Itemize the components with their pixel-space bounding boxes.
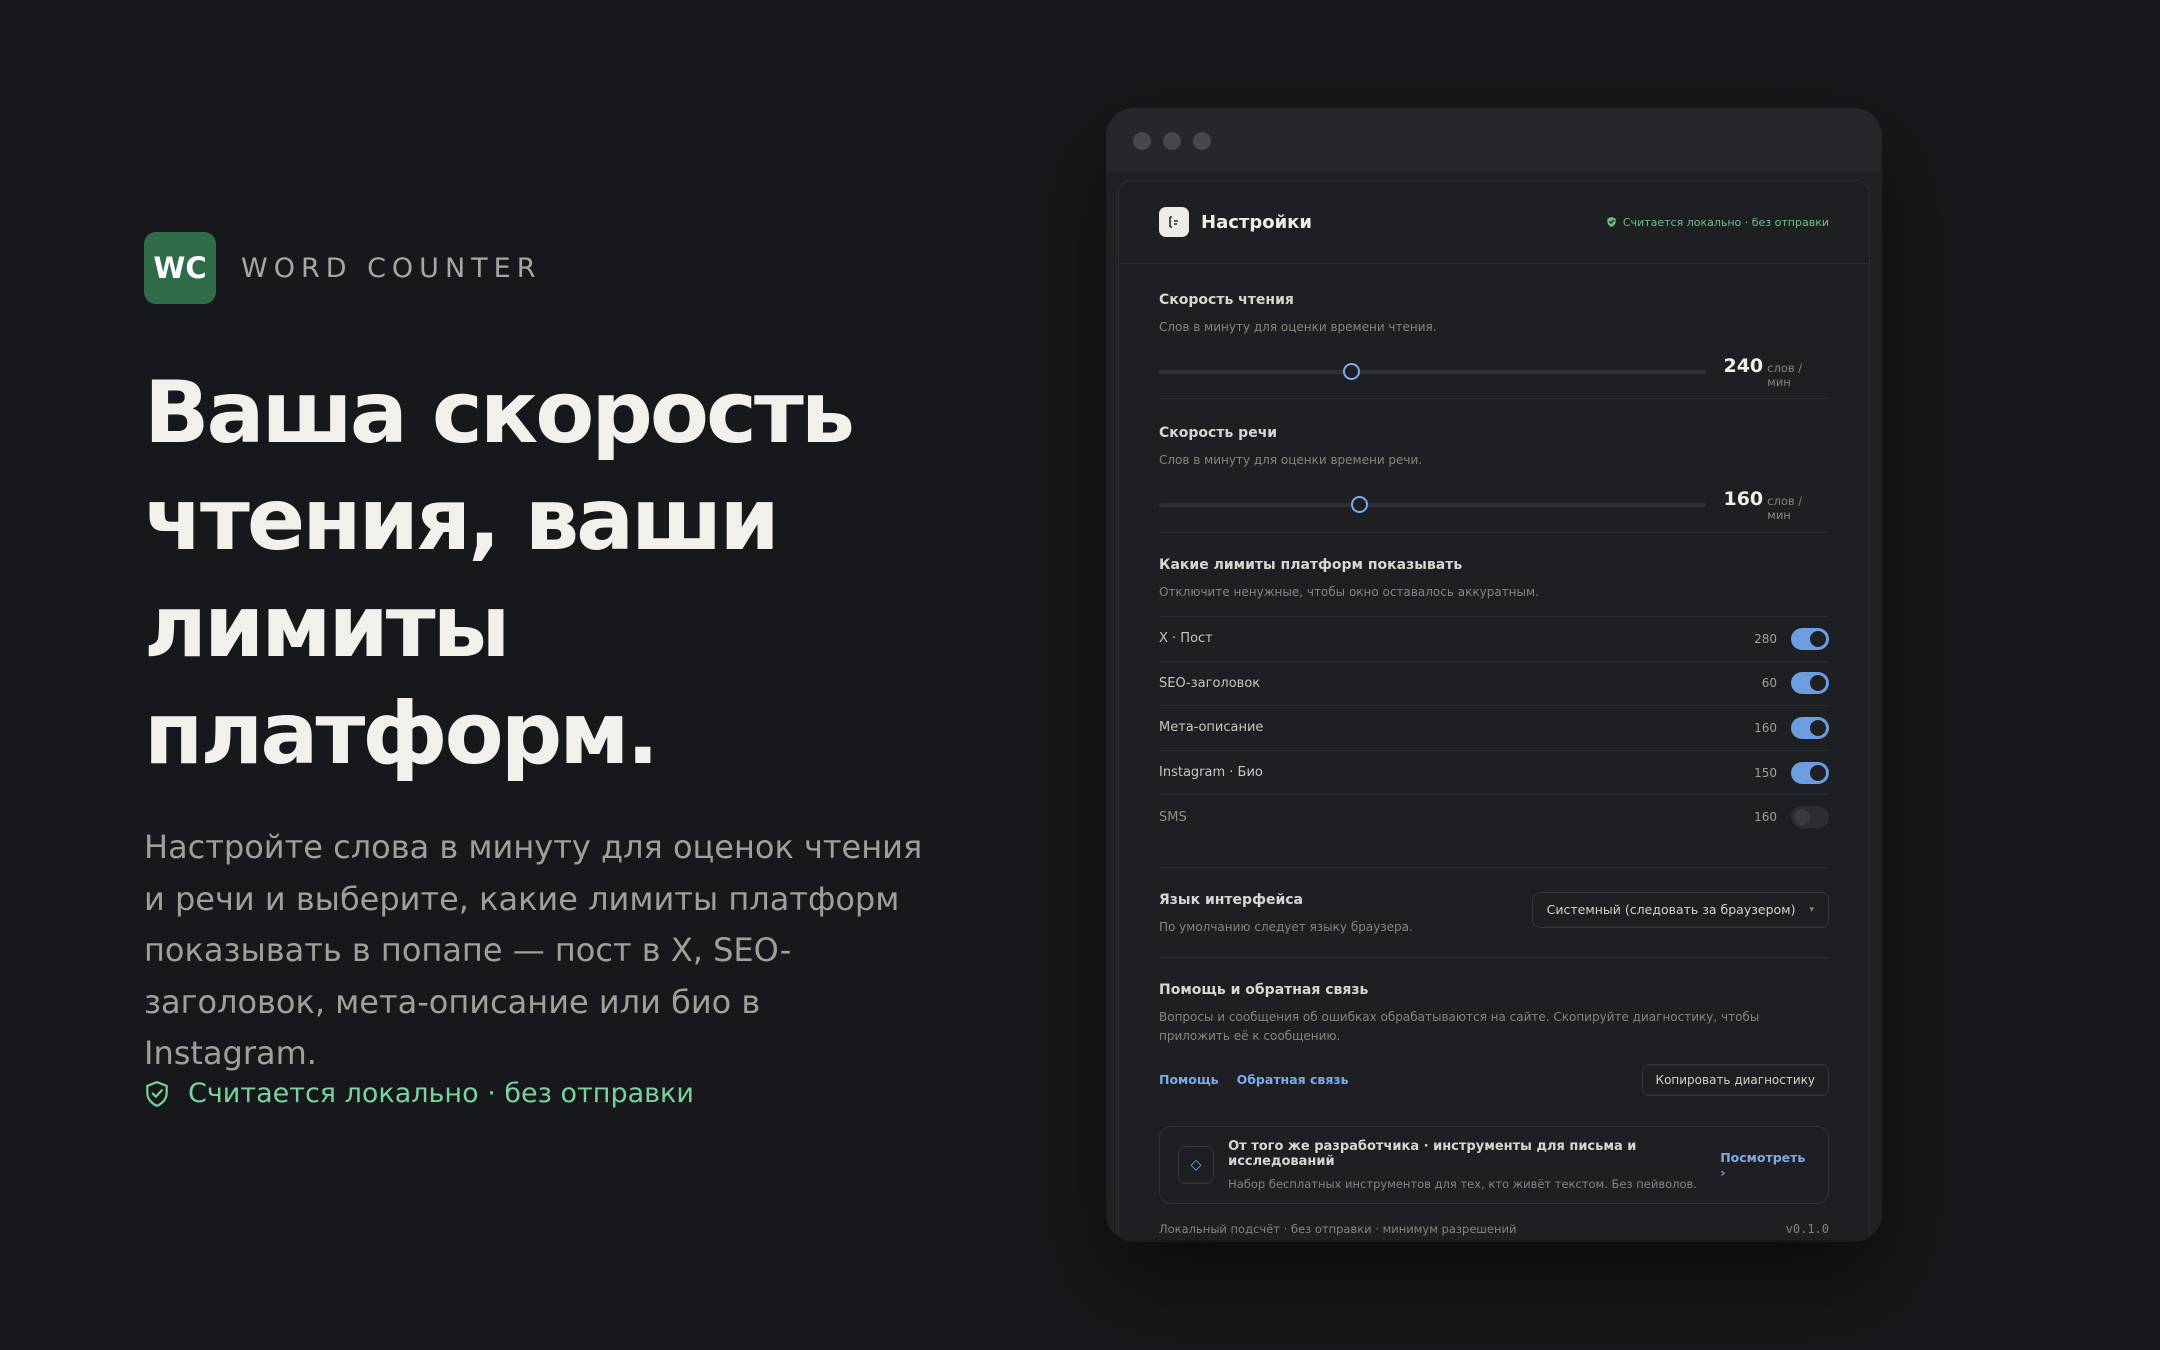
settings-icon — [1159, 207, 1189, 237]
local-badge-text: Считается локально · без отправки — [1622, 215, 1829, 229]
platform-limits-section: Какие лимиты платформ показывать Отключи… — [1159, 533, 1829, 868]
reading-speed-slider-thumb[interactable] — [1342, 363, 1360, 380]
local-badge: Считается локально · без отправки — [1606, 216, 1829, 229]
limit-count: 150 — [1754, 765, 1777, 780]
window-close-dot[interactable] — [1133, 132, 1151, 150]
reading-speed-subtitle: Слов в минуту для оценки времени чтения. — [1159, 320, 1437, 334]
window-maximize-dot[interactable] — [1193, 132, 1211, 150]
language-select[interactable]: Системный (следовать за браузером) ▾ — [1531, 891, 1829, 928]
limit-name: Instagram · Био — [1159, 765, 1263, 781]
promo-card[interactable]: ◇ От того же разработчика · инструменты … — [1159, 1125, 1829, 1204]
platform-limits-list: X · Пост 280 SEO-заголовок 60 Мета-описа… — [1159, 616, 1829, 839]
limit-toggle-meta-description[interactable] — [1791, 716, 1829, 739]
limit-toggle-sms[interactable] — [1791, 806, 1829, 829]
chevron-down-icon: ▾ — [1809, 904, 1814, 915]
version-label: v0.1.0 — [1785, 1221, 1829, 1236]
promo-subtitle: Набор бесплатных инструментов для тех, к… — [1228, 1176, 1697, 1191]
limit-toggle-seo-title[interactable] — [1791, 672, 1829, 695]
speech-speed-slider-thumb[interactable] — [1350, 496, 1368, 513]
limit-toggle-instagram-bio[interactable] — [1791, 761, 1829, 784]
speech-speed-unit: слов / мин — [1767, 494, 1803, 522]
brand-name: WORD COUNTER — [241, 252, 542, 284]
limit-count: 160 — [1754, 810, 1777, 825]
platform-limits-title: Какие лимиты платформ показывать — [1159, 557, 1463, 573]
help-subtitle: Вопросы и сообщения об ошибках обрабатыв… — [1159, 1009, 1760, 1043]
shield-check-icon — [1607, 216, 1616, 228]
copy-diagnostics-button[interactable]: Копировать диагностику — [1641, 1063, 1829, 1096]
browser-window: Настройки Считается локально · без отпра… — [1108, 110, 1880, 1240]
limit-count: 60 — [1761, 676, 1777, 691]
speech-speed-title: Скорость речи — [1159, 425, 1278, 441]
speech-speed-slider[interactable] — [1159, 496, 1707, 513]
shield-check-icon — [146, 1080, 168, 1107]
settings-title: Настройки — [1201, 211, 1313, 233]
promo-view-link[interactable]: Посмотреть › — [1720, 1150, 1810, 1180]
platform-limits-subtitle: Отключите ненужные, чтобы окно оставалос… — [1159, 585, 1539, 599]
panel-footer: Локальный подсчёт · без отправки · миним… — [1159, 1222, 1829, 1236]
window-minimize-dot[interactable] — [1163, 132, 1181, 150]
help-title: Помощь и обратная связь — [1159, 981, 1369, 998]
help-section: Помощь и обратная связь Вопросы и сообще… — [1159, 958, 1829, 1236]
window-titlebar — [1108, 110, 1880, 172]
reading-speed-title: Скорость чтения — [1159, 292, 1294, 308]
promo-title: От того же разработчика · инструменты дл… — [1228, 1138, 1637, 1169]
language-title: Язык интерфейса — [1159, 891, 1304, 908]
reading-speed-slider[interactable] — [1159, 363, 1707, 380]
brand: WC WORD COUNTER — [144, 232, 541, 304]
speech-speed-subtitle: Слов в минуту для оценки времени речи. — [1159, 453, 1423, 467]
limit-row-meta-description: Мета-описание 160 — [1159, 705, 1829, 750]
local-note: Считается локально · без отправки — [144, 1078, 694, 1109]
feedback-link[interactable]: Обратная связь — [1237, 1072, 1349, 1087]
limit-name: SEO-заголовок — [1159, 675, 1261, 691]
reading-speed-unit: слов / мин — [1767, 361, 1803, 389]
reading-speed-value: 240 — [1723, 355, 1764, 377]
language-subtitle: По умолчанию следует языку браузера. — [1159, 919, 1413, 934]
hero-headline: Ваша скорость чтения, ваши лимиты платфо… — [144, 363, 855, 784]
limit-row-sms: SMS 160 — [1159, 794, 1829, 839]
limit-name: SMS — [1159, 809, 1187, 825]
language-select-value: Системный (следовать за браузером) — [1546, 902, 1796, 918]
limit-row-instagram-bio: Instagram · Био 150 — [1159, 749, 1829, 795]
limit-count: 280 — [1754, 631, 1777, 646]
limit-name: X · Пост — [1159, 631, 1213, 647]
brand-logo: WC — [144, 232, 216, 304]
diamond-icon: ◇ — [1178, 1145, 1215, 1184]
speech-speed-section: Скорость речи Слов в минуту для оценки в… — [1159, 399, 1829, 533]
language-section: Язык интерфейса По умолчанию следует язы… — [1159, 868, 1829, 958]
hero-lead: Настройте слова в минуту для оценок чтен… — [144, 828, 923, 1072]
settings-header: Настройки Считается локально · без отпра… — [1119, 181, 1869, 264]
reading-speed-section: Скорость чтения Слов в минуту для оценки… — [1159, 264, 1829, 399]
limit-row-x-post: X · Пост 280 — [1159, 616, 1829, 661]
limit-row-seo-title: SEO-заголовок 60 — [1159, 660, 1829, 706]
footer-note: Локальный подсчёт · без отправки · миним… — [1159, 1221, 1517, 1236]
local-note-text: Считается локально · без отправки — [188, 1078, 694, 1109]
help-link[interactable]: Помощь — [1159, 1072, 1219, 1087]
settings-panel: Настройки Считается локально · без отпра… — [1118, 180, 1870, 1240]
limit-count: 160 — [1754, 720, 1777, 735]
limit-name: Мета-описание — [1159, 720, 1264, 736]
speech-speed-value: 160 — [1723, 488, 1764, 510]
limit-toggle-x-post[interactable] — [1791, 627, 1829, 650]
